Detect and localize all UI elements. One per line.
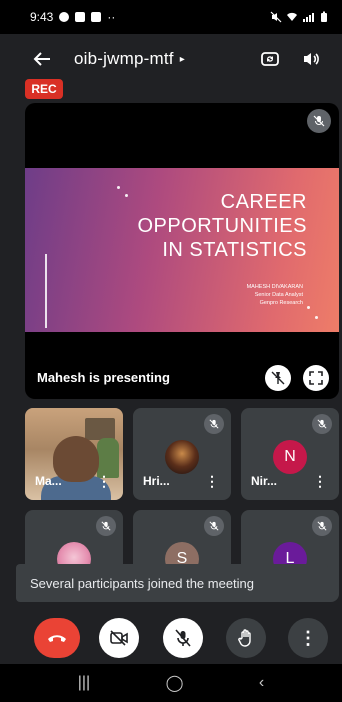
app-bar: oib-jwmp-mtf ▸ — [0, 42, 342, 76]
participant-name: Ma... — [35, 474, 62, 488]
battery-icon — [321, 11, 327, 22]
mute-status-icon — [270, 11, 282, 23]
slide-title-line: IN STATISTICS — [162, 239, 307, 261]
presentation-slide: CAREER OPPORTUNITIES IN STATISTICS MAHES… — [25, 168, 339, 332]
switch-camera-icon[interactable] — [260, 50, 280, 68]
slide-role: Senior Data Analyst — [254, 292, 303, 298]
pin-off-icon[interactable] — [265, 365, 291, 391]
status-more: ·· — [107, 10, 116, 24]
participant-name: Nir... — [251, 474, 278, 488]
more-options-icon[interactable]: ⋮ — [97, 473, 111, 490]
slide-author-block: MAHESH DIVAKARAN Senior Data Analyst Gen… — [247, 283, 303, 307]
participant-name: Hri... — [143, 474, 170, 488]
mic-off-icon — [204, 516, 224, 536]
slide-title: CAREER OPPORTUNITIES IN STATISTICS — [107, 190, 307, 262]
end-call-button[interactable] — [34, 618, 80, 658]
participant-tile[interactable]: N Nir... ⋮ — [241, 408, 339, 500]
more-options-icon[interactable]: ⋮ — [313, 473, 327, 490]
slide-title-line: OPPORTUNITIES — [137, 215, 307, 237]
participant-tile[interactable]: Hri... ⋮ — [133, 408, 231, 500]
arrow-back-icon[interactable] — [30, 51, 54, 67]
participant-avatar: N — [273, 440, 307, 474]
mic-off-icon — [204, 414, 224, 434]
meeting-info-arrow-icon[interactable]: ▸ — [180, 54, 185, 65]
speaker-icon[interactable] — [302, 51, 320, 67]
mic-off-icon — [307, 109, 331, 133]
mic-off-icon — [175, 629, 191, 647]
phone-hangup-icon — [48, 635, 66, 642]
slide-author: MAHESH DIVAKARAN — [246, 284, 303, 290]
meeting-code[interactable]: oib-jwmp-mtf — [74, 49, 174, 69]
slide-company: Genpro Research — [259, 300, 303, 306]
mic-off-icon — [312, 516, 332, 536]
slide-accent-line — [45, 254, 47, 328]
videocam-off-icon — [110, 630, 128, 646]
more-options-button[interactable]: ⋮ — [288, 618, 328, 658]
camera-toggle-button[interactable] — [99, 618, 139, 658]
mail-icon — [91, 12, 102, 22]
back-button[interactable]: ‹ — [259, 674, 264, 692]
hand-icon — [238, 629, 251, 647]
message-icon — [75, 12, 86, 22]
mic-off-icon — [312, 414, 332, 434]
call-controls: ⋮ — [0, 612, 342, 664]
presentation-stage[interactable]: CAREER OPPORTUNITIES IN STATISTICS MAHES… — [25, 103, 339, 399]
slide-title-line: CAREER — [220, 191, 307, 213]
signal-icon — [303, 13, 314, 22]
recents-button[interactable]: ||| — [78, 674, 90, 692]
mic-off-icon — [96, 516, 116, 536]
status-time: 9:43 — [30, 10, 54, 24]
more-options-icon[interactable]: ⋮ — [205, 473, 219, 490]
fullscreen-icon[interactable] — [303, 365, 329, 391]
raise-hand-button[interactable] — [226, 618, 266, 658]
participants-joined-toast: Several participants joined the meeting — [16, 564, 328, 602]
system-nav-bar: ||| ◯ ‹ — [0, 664, 342, 702]
participant-avatar — [165, 440, 199, 474]
participant-tile[interactable]: Ma... ⋮ — [25, 408, 123, 500]
wifi-icon — [287, 12, 297, 21]
status-bar: 9:43 ·· — [0, 0, 342, 34]
home-button[interactable]: ◯ — [166, 673, 184, 693]
presenting-label: Mahesh is presenting — [37, 370, 170, 385]
notification-icon — [59, 12, 70, 22]
recording-badge: REC — [25, 79, 63, 99]
microphone-toggle-button[interactable] — [163, 618, 203, 658]
